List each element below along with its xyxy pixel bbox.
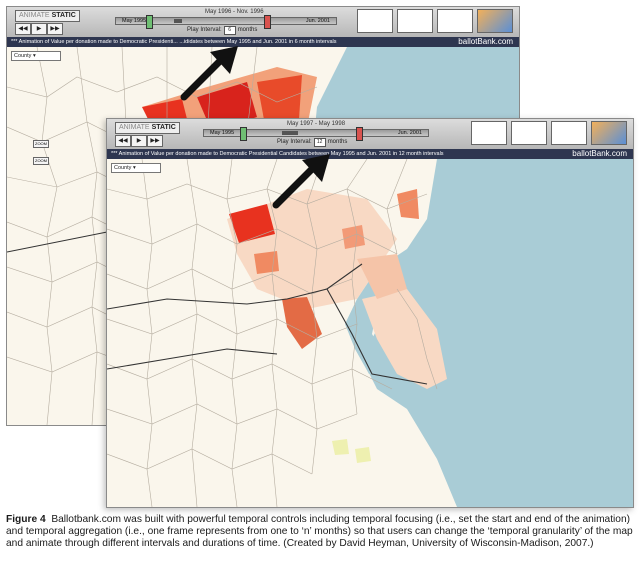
rewind-button[interactable]: ◀◀ [15,23,31,35]
map-title-bar: *** Animation of Value per donation made… [107,149,633,159]
play-button[interactable]: ▶ [131,135,147,147]
rewind-icon: ◀◀ [18,26,28,32]
brand-logo: ballotBank.com [572,149,627,158]
forward-button[interactable]: ▶▶ [147,135,163,147]
interval-input[interactable]: 12 [313,138,326,147]
choropleth-region [342,225,365,249]
choropleth-region [254,251,279,274]
date-range-label: May 1997 - May 1998 [287,121,346,127]
region-type-select[interactable]: County ▾ [11,51,61,61]
control-bar: ANIMATE STATIC ◀◀ ▶ ▶▶ May 1997 - May 19… [107,119,633,150]
chevron-down-icon: ▾ [132,165,136,171]
county-map[interactable]: County ▾ [107,159,633,507]
time-slider[interactable]: May 1995 Jun. 2001 [203,127,429,141]
view-thumbnail-selected[interactable] [591,121,627,145]
play-interval: Play Interval: 6 months [187,26,258,35]
forward-button[interactable]: ▶▶ [47,23,63,35]
end-handle[interactable] [356,127,363,141]
pointer-arrow-icon [272,154,330,209]
slider-end-label: Jun. 2001 [305,18,330,24]
view-thumbnail[interactable] [397,9,433,33]
view-thumbnail[interactable] [437,9,473,33]
mode-toggle[interactable]: ANIMATE STATIC [15,10,80,22]
front-app-window: ANIMATE STATIC ◀◀ ▶ ▶▶ May 1997 - May 19… [106,118,634,508]
choropleth-region [355,447,371,463]
zoom-button[interactable]: ZOOM [33,157,49,165]
pointer-arrow-icon [180,46,238,101]
current-frame-indicator [282,131,298,135]
play-button[interactable]: ▶ [31,23,47,35]
view-thumbnails [357,9,513,33]
brand-logo: ballotBank.com [458,37,513,46]
view-thumbnail-selected[interactable] [477,9,513,33]
start-handle[interactable] [240,127,247,141]
choropleth-region [332,439,349,455]
mode-toggle[interactable]: ANIMATE STATIC [115,122,180,134]
date-range-label: May 1996 - Nov. 1996 [205,9,264,15]
control-bar: ANIMATE STATIC ◀◀ ▶ ▶▶ May 1996 - Nov. 1… [7,7,519,38]
chevron-down-icon: ▾ [32,53,36,59]
rewind-button[interactable]: ◀◀ [115,135,131,147]
play-icon: ▶ [36,26,42,32]
caption-text: Ballotbank.com was built with powerful t… [6,514,633,550]
forward-icon: ▶▶ [150,138,160,144]
slider-start-label: May 1995 [122,18,147,24]
view-thumbnail[interactable] [551,121,587,145]
play-interval: Play Interval: 12 months [277,138,348,147]
rewind-icon: ◀◀ [118,138,128,144]
view-thumbnails [471,121,627,145]
interval-input[interactable]: 6 [223,26,236,35]
view-thumbnail[interactable] [357,9,393,33]
view-thumbnail[interactable] [511,121,547,145]
figure-caption: Figure 4 Ballotbank.com was built with p… [6,514,636,551]
slider-end-label: Jun. 2001 [397,130,422,136]
region-type-select[interactable]: County ▾ [111,163,161,173]
end-handle[interactable] [264,15,271,29]
slider-start-label: May 1995 [210,130,235,136]
figure-label: Figure 4 [6,514,46,525]
time-slider[interactable]: May 1995 Jun. 2001 [115,15,337,29]
play-icon: ▶ [136,138,142,144]
zoom-button[interactable]: ZOOM [33,140,49,148]
county-map-svg[interactable] [107,159,633,507]
start-handle[interactable] [146,15,153,29]
view-thumbnail[interactable] [471,121,507,145]
map-title-bar: *** Animation of Value per donation made… [7,37,519,47]
current-frame-indicator [174,19,182,23]
forward-icon: ▶▶ [50,26,60,32]
